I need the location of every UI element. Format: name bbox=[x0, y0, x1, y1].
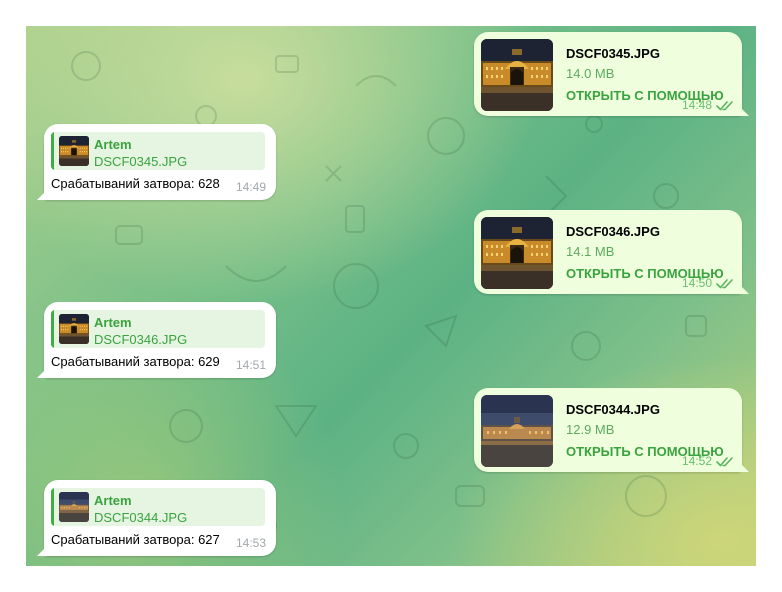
double-check-icon bbox=[716, 100, 734, 111]
reply-sender-name: Artem bbox=[94, 137, 132, 152]
file-thumbnail[interactable] bbox=[481, 39, 553, 111]
file-name: DSCF0344.JPG bbox=[566, 402, 660, 417]
reply-thumbnail bbox=[59, 492, 89, 522]
outgoing-file-message[interactable]: DSCF0345.JPG 14.0 MB ОТКРЫТЬ С ПОМОЩЬЮ 1… bbox=[474, 32, 749, 116]
reply-file-name: DSCF0344.JPG bbox=[94, 510, 188, 525]
photo-thumbnail-image bbox=[481, 395, 553, 467]
reply-preview[interactable]: Artem DSCF0345.JPG bbox=[51, 132, 265, 170]
file-name: DSCF0345.JPG bbox=[566, 46, 660, 61]
message-time: 14:51 bbox=[235, 358, 266, 372]
file-size: 14.0 MB bbox=[566, 66, 615, 81]
reply-file-name: DSCF0346.JPG bbox=[94, 332, 188, 347]
incoming-reply-message[interactable]: Artem DSCF0346.JPG Срабатываний затвора:… bbox=[37, 302, 276, 378]
message-text: Срабатываний затвора: 627 bbox=[51, 532, 220, 547]
reply-preview[interactable]: Artem DSCF0344.JPG bbox=[51, 488, 265, 526]
reply-accent-bar bbox=[51, 488, 54, 526]
message-time: 14:52 bbox=[681, 454, 712, 468]
photo-thumbnail-image bbox=[59, 492, 89, 522]
file-name: DSCF0346.JPG bbox=[566, 224, 660, 239]
reply-thumbnail bbox=[59, 136, 89, 166]
message-text: Срабатываний затвора: 628 bbox=[51, 176, 220, 191]
outgoing-file-message[interactable]: DSCF0346.JPG 14.1 MB ОТКРЫТЬ С ПОМОЩЬЮ 1… bbox=[474, 210, 749, 294]
reply-file-name: DSCF0345.JPG bbox=[94, 154, 188, 169]
message-time: 14:48 bbox=[681, 98, 712, 112]
file-thumbnail[interactable] bbox=[481, 217, 553, 289]
reply-accent-bar bbox=[51, 132, 54, 170]
photo-thumbnail-image bbox=[481, 217, 553, 289]
outgoing-file-message[interactable]: DSCF0344.JPG 12.9 MB ОТКРЫТЬ С ПОМОЩЬЮ 1… bbox=[474, 388, 749, 472]
photo-thumbnail-image bbox=[481, 39, 553, 111]
message-time: 14:50 bbox=[681, 276, 712, 290]
photo-thumbnail-image bbox=[59, 314, 89, 344]
reply-sender-name: Artem bbox=[94, 493, 132, 508]
file-thumbnail[interactable] bbox=[481, 395, 553, 467]
reply-preview[interactable]: Artem DSCF0346.JPG bbox=[51, 310, 265, 348]
message-time: 14:53 bbox=[235, 536, 266, 550]
file-size: 14.1 MB bbox=[566, 244, 615, 259]
reply-accent-bar bbox=[51, 310, 54, 348]
photo-thumbnail-image bbox=[59, 136, 89, 166]
double-check-icon bbox=[716, 278, 734, 289]
incoming-reply-message[interactable]: Artem DSCF0345.JPG Срабатываний затвора:… bbox=[37, 124, 276, 200]
incoming-reply-message[interactable]: Artem DSCF0344.JPG Срабатываний затвора:… bbox=[37, 480, 276, 556]
reply-sender-name: Artem bbox=[94, 315, 132, 330]
chat-area: DSCF0345.JPG 14.0 MB ОТКРЫТЬ С ПОМОЩЬЮ 1… bbox=[26, 26, 756, 566]
message-time: 14:49 bbox=[235, 180, 266, 194]
file-size: 12.9 MB bbox=[566, 422, 615, 437]
reply-thumbnail bbox=[59, 314, 89, 344]
message-text: Срабатываний затвора: 629 bbox=[51, 354, 220, 369]
double-check-icon bbox=[716, 456, 734, 467]
